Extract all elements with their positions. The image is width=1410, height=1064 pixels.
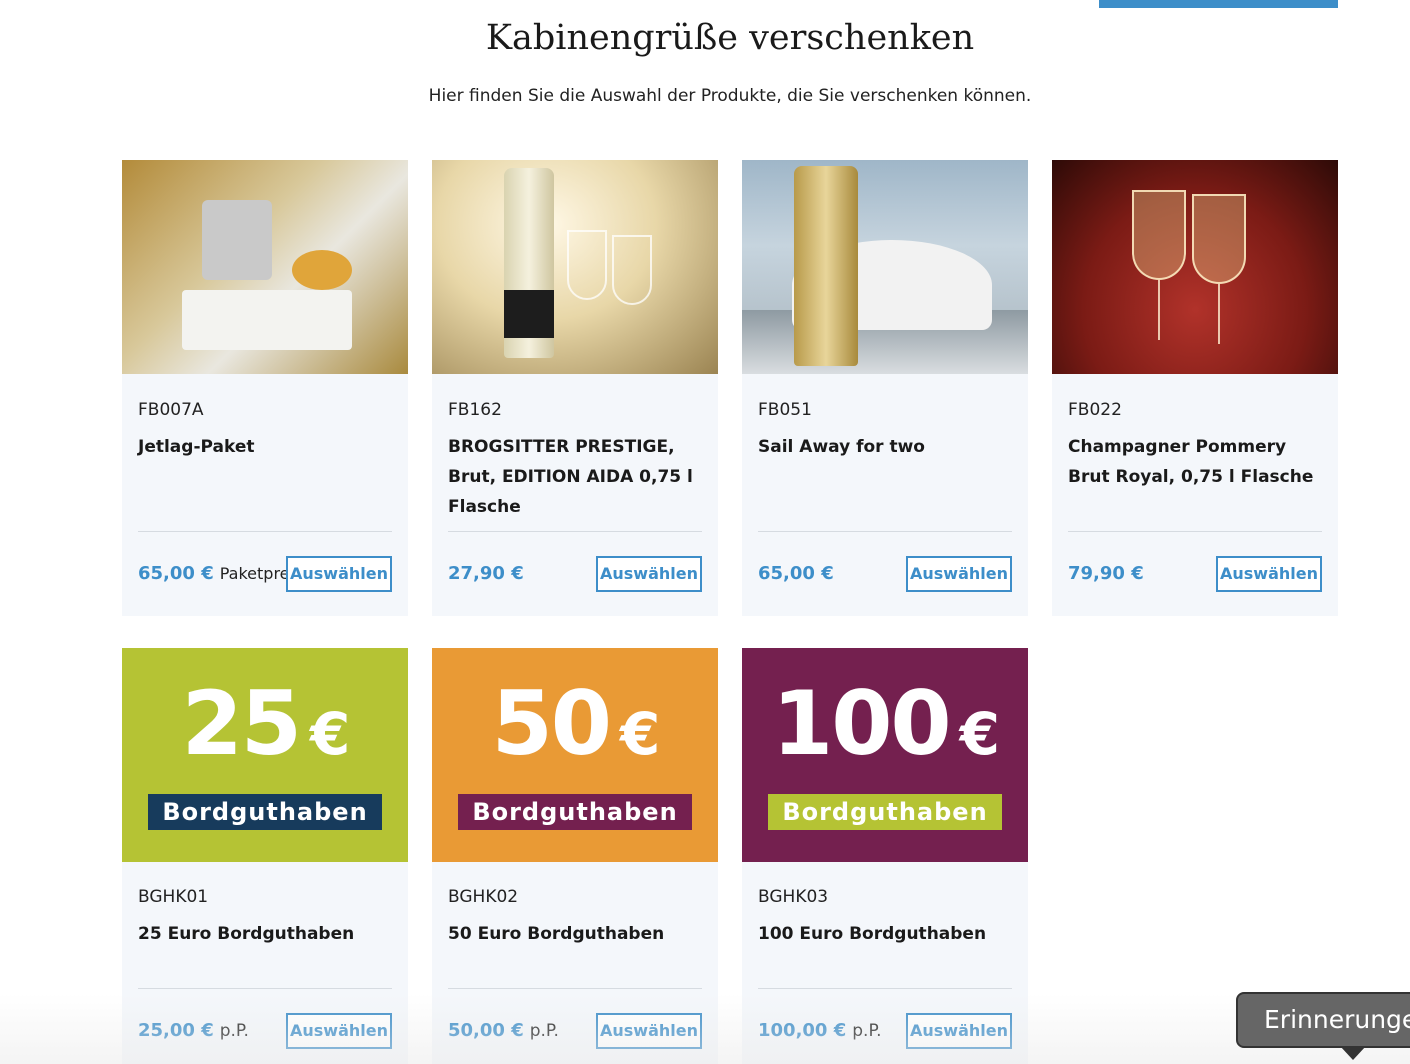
price-row: 100,00 € p.P. bbox=[758, 1020, 881, 1041]
price-row: 65,00 € bbox=[758, 563, 840, 584]
price-unit: p.P. bbox=[852, 1021, 882, 1041]
fruit-bowl-shape bbox=[292, 250, 352, 290]
select-button[interactable]: Auswählen bbox=[906, 556, 1012, 592]
sparkling-wine-bottle-photo bbox=[432, 160, 718, 374]
voucher-image-50: 50 € Bordguthaben bbox=[432, 648, 718, 862]
glass-stem-shape bbox=[1158, 280, 1160, 340]
price-row: 25,00 € p.P. bbox=[138, 1020, 249, 1041]
product-code: FB007A bbox=[138, 400, 204, 420]
glass-shape bbox=[612, 235, 652, 305]
product-price: 65,00 € bbox=[758, 563, 834, 584]
voucher-amount: 50 bbox=[491, 672, 612, 775]
product-card: 25 € Bordguthaben BGHK01 25 Euro Bordgut… bbox=[122, 648, 408, 1064]
product-code: BGHK02 bbox=[448, 887, 519, 907]
page-subtitle: Hier finden Sie die Auswahl der Produkte… bbox=[428, 86, 1032, 106]
price-unit: p.P. bbox=[529, 1021, 559, 1041]
product-code: BGHK01 bbox=[138, 887, 209, 907]
select-button[interactable]: Auswählen bbox=[596, 1013, 702, 1049]
glass-stem-shape bbox=[1218, 284, 1220, 344]
voucher-image-100: 100 € Bordguthaben bbox=[742, 648, 1028, 862]
product-card: 50 € Bordguthaben BGHK02 50 Euro Bordgut… bbox=[432, 648, 718, 1064]
ice-bucket-shape bbox=[202, 200, 272, 280]
product-price: 79,90 € bbox=[1068, 563, 1144, 584]
reminder-popup-button[interactable]: Erinnerunge bbox=[1236, 992, 1410, 1048]
product-price: 100,00 € bbox=[758, 1020, 847, 1041]
champagne-glasses-photo bbox=[1052, 160, 1338, 374]
divider bbox=[138, 531, 392, 532]
voucher-amount: 25 bbox=[181, 672, 302, 775]
product-card: FB022 Champagner Pommery Brut Royal, 0,7… bbox=[1052, 160, 1338, 616]
product-name: 25 Euro Bordguthaben bbox=[138, 924, 355, 944]
product-code: FB022 bbox=[1068, 400, 1122, 420]
top-accent-bar bbox=[1099, 0, 1338, 8]
napkin-shape bbox=[182, 290, 352, 350]
product-name: 100 Euro Bordguthaben bbox=[758, 924, 987, 944]
champagne-bucket-photo bbox=[742, 160, 1028, 374]
voucher-label: Bordguthaben bbox=[768, 794, 1002, 830]
voucher-currency: € bbox=[310, 700, 350, 768]
room-service-tray-photo bbox=[122, 160, 408, 374]
product-price: 65,00 € bbox=[138, 563, 214, 584]
glass-shape bbox=[1132, 190, 1186, 280]
glass-shape bbox=[1192, 194, 1246, 284]
product-price: 25,00 € bbox=[138, 1020, 214, 1041]
select-button[interactable]: Auswählen bbox=[1216, 556, 1322, 592]
select-button[interactable]: Auswählen bbox=[286, 556, 392, 592]
select-button[interactable]: Auswählen bbox=[596, 556, 702, 592]
price-unit: p.P. bbox=[219, 1021, 249, 1041]
product-card: FB051 Sail Away for two 65,00 € Auswähle… bbox=[742, 160, 1028, 616]
price-row: 65,00 € Paketpreis bbox=[138, 563, 302, 584]
voucher-currency: € bbox=[620, 700, 660, 768]
voucher-currency: € bbox=[959, 700, 1000, 768]
product-price: 27,90 € bbox=[448, 563, 524, 584]
price-row: 27,90 € bbox=[448, 563, 530, 584]
select-button[interactable]: Auswählen bbox=[286, 1013, 392, 1049]
product-name: BROGSITTER PRESTIGE, Brut, EDITION AIDA … bbox=[448, 437, 693, 517]
divider bbox=[758, 988, 1012, 989]
product-price: 50,00 € bbox=[448, 1020, 524, 1041]
product-name: Sail Away for two bbox=[758, 437, 925, 457]
divider bbox=[448, 988, 702, 989]
voucher-image-25: 25 € Bordguthaben bbox=[122, 648, 408, 862]
select-button[interactable]: Auswählen bbox=[906, 1013, 1012, 1049]
divider bbox=[448, 531, 702, 532]
voucher-amount: 100 bbox=[771, 672, 952, 775]
voucher-label: Bordguthaben bbox=[148, 794, 382, 830]
voucher-label: Bordguthaben bbox=[458, 794, 692, 830]
product-name: Jetlag-Paket bbox=[138, 437, 255, 457]
product-code: FB162 bbox=[448, 400, 502, 420]
price-row: 79,90 € bbox=[1068, 563, 1150, 584]
product-code: BGHK03 bbox=[758, 887, 829, 907]
reminder-popup-pointer bbox=[1340, 1046, 1366, 1060]
product-card: FB162 BROGSITTER PRESTIGE, Brut, EDITION… bbox=[432, 160, 718, 616]
product-card: 100 € Bordguthaben BGHK03 100 Euro Bordg… bbox=[742, 648, 1028, 1064]
product-name: 50 Euro Bordguthaben bbox=[448, 924, 665, 944]
divider bbox=[758, 531, 1012, 532]
product-code: FB051 bbox=[758, 400, 812, 420]
divider bbox=[1068, 531, 1322, 532]
product-card: FB007A Jetlag-Paket 65,00 € Paketpreis A… bbox=[122, 160, 408, 616]
bottle-label-shape bbox=[504, 290, 554, 338]
divider bbox=[138, 988, 392, 989]
page-title: Kabinengrüße verschenken bbox=[485, 18, 975, 58]
bottle-shape bbox=[794, 166, 858, 366]
product-name: Champagner Pommery Brut Royal, 0,75 l Fl… bbox=[1068, 437, 1314, 487]
glass-shape bbox=[567, 230, 607, 300]
price-row: 50,00 € p.P. bbox=[448, 1020, 559, 1041]
